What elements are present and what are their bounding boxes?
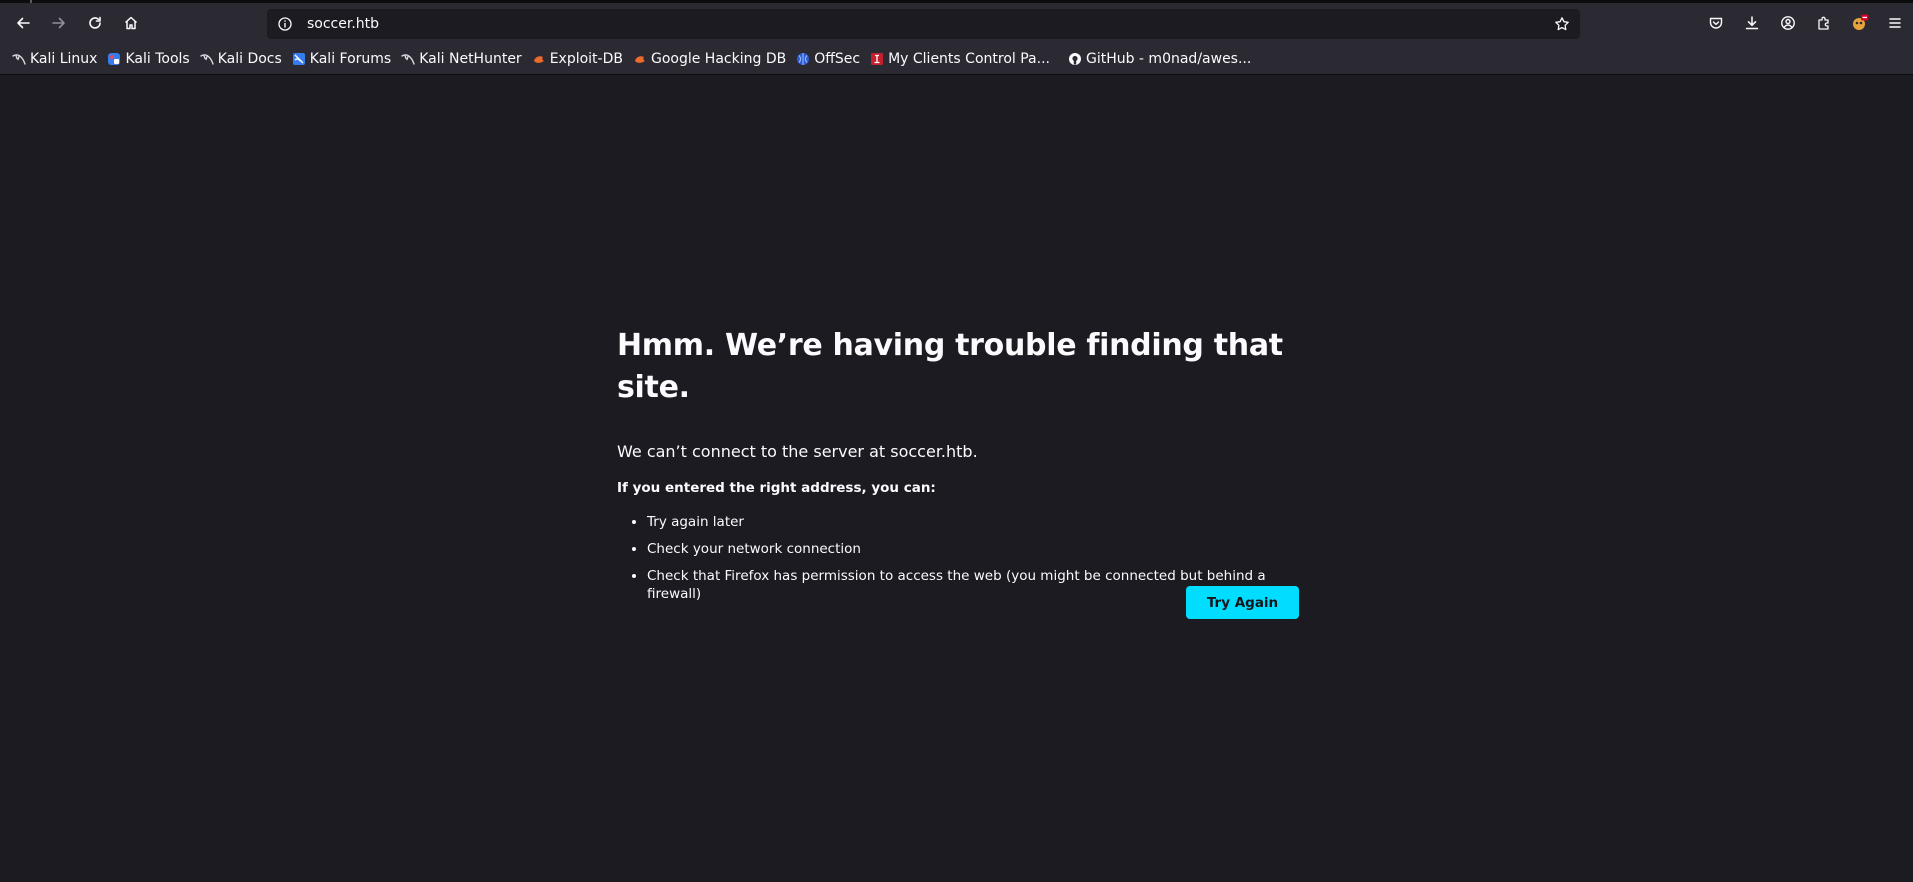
pocket-button[interactable]: [1702, 9, 1730, 37]
bookmark-label: Kali Linux: [30, 50, 98, 67]
bookmark-offsec[interactable]: OffSec: [792, 47, 864, 71]
bookmark-label: Google Hacking DB: [650, 50, 787, 67]
bookmark-label: Exploit-DB: [549, 50, 623, 67]
account-icon: [1781, 16, 1795, 30]
forward-button[interactable]: [45, 9, 73, 37]
try-again-button[interactable]: Try Again: [1186, 586, 1299, 619]
bookmark-label: Kali NetHunter: [419, 50, 522, 67]
error-container: Hmm. We’re having trouble finding that s…: [617, 325, 1300, 612]
bookmark-kali-forums[interactable]: Kali Forums: [288, 47, 395, 71]
reload-button[interactable]: [81, 9, 109, 37]
extensions-button[interactable]: [1810, 9, 1838, 37]
bookmark-kali-tools[interactable]: Kali Tools: [103, 47, 193, 71]
hamburger-menu-icon: [1889, 18, 1901, 28]
forward-arrow-icon: [52, 17, 65, 29]
puzzle-piece-icon: [1818, 16, 1829, 30]
bookmark-label: Kali Forums: [309, 50, 392, 67]
pocket-icon: [1709, 17, 1723, 29]
kali-dragon-icon: [12, 52, 26, 66]
error-title: Hmm. We’re having trouble finding that s…: [617, 328, 1283, 405]
bookmark-google-hacking-db[interactable]: Google Hacking DB: [629, 47, 790, 71]
list-item: Try again later: [647, 513, 1300, 531]
back-arrow-icon: [17, 17, 30, 29]
bookmark-label: Kali Tools: [125, 50, 190, 67]
bookmarks-toolbar: Kali Linux Kali Tools Kali Docs Kali For…: [0, 43, 1913, 75]
bookmark-exploit-db[interactable]: Exploit-DB: [528, 47, 627, 71]
navigation-toolbar: soccer.htb: [0, 3, 1913, 43]
error-actions: Try Again: [1186, 586, 1299, 619]
bookmark-label: Kali Docs: [217, 50, 282, 67]
back-button[interactable]: [9, 9, 37, 37]
bookmark-kali-linux[interactable]: Kali Linux: [8, 47, 101, 71]
app-menu-button[interactable]: [1882, 9, 1908, 37]
offsec-icon: [796, 52, 810, 66]
bookmark-label: GitHub - m0nad/awes...: [1085, 50, 1252, 67]
bookmark-label: My Clients Control Pa...: [888, 50, 1050, 67]
home-button[interactable]: [117, 9, 145, 37]
exploit-db-icon: [532, 52, 546, 66]
home-icon: [124, 16, 138, 30]
control-panel-icon: [870, 52, 884, 66]
account-button[interactable]: [1774, 9, 1802, 37]
bookmark-label: OffSec: [814, 50, 861, 67]
exploit-db-icon: [633, 52, 647, 66]
kali-dragon-icon: [401, 52, 415, 66]
bookmark-star-icon[interactable]: [1552, 14, 1572, 34]
browser-window: soccer.htb Kali Linux Kali Tools Kali Do…: [0, 0, 1913, 882]
extension-badge-button[interactable]: [1846, 9, 1874, 37]
kali-forums-icon: [292, 52, 306, 66]
site-info-icon[interactable]: [275, 14, 295, 34]
extension-badge-icon: [1853, 14, 1869, 30]
error-subheading: If you entered the right address, you ca…: [617, 480, 936, 496]
bookmark-kali-docs[interactable]: Kali Docs: [196, 47, 286, 71]
error-description: We can’t connect to the server at soccer…: [617, 442, 978, 461]
downloads-button[interactable]: [1738, 9, 1766, 37]
list-item: Check your network connection: [647, 540, 1300, 558]
reload-icon: [89, 16, 101, 29]
bookmark-kali-nethunter[interactable]: Kali NetHunter: [397, 47, 525, 71]
bookmark-my-clients-control-panel[interactable]: My Clients Control Pa...: [866, 47, 1054, 71]
bookmark-github[interactable]: GitHub - m0nad/awes...: [1064, 47, 1255, 71]
address-bar[interactable]: soccer.htb: [267, 9, 1580, 39]
kali-tools-icon: [107, 52, 121, 66]
kali-dragon-icon: [200, 52, 214, 66]
github-icon: [1068, 52, 1082, 66]
download-icon: [1745, 16, 1759, 30]
url-text[interactable]: soccer.htb: [307, 16, 379, 32]
